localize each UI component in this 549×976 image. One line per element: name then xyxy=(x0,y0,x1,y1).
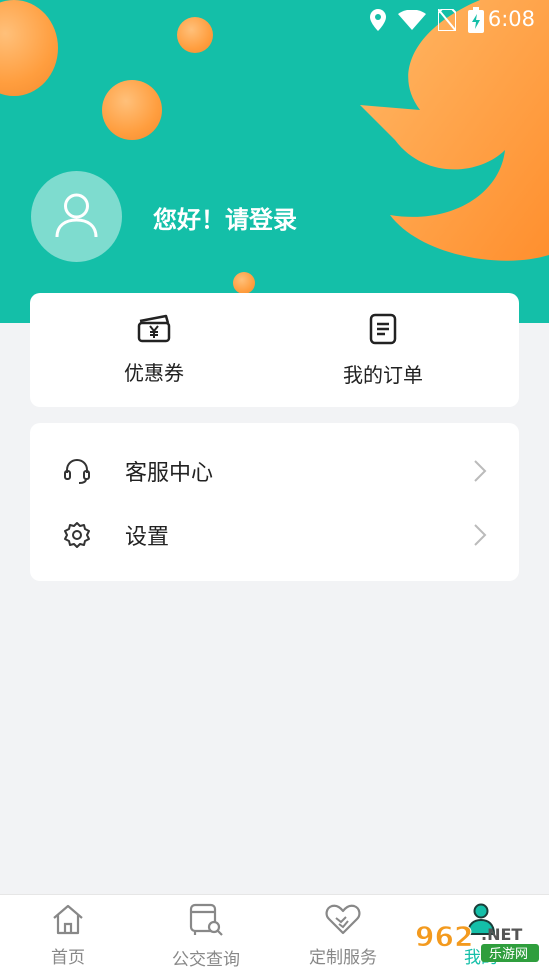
bus-search-icon xyxy=(189,903,223,936)
chevron-right-icon xyxy=(474,524,487,546)
decor-swoosh xyxy=(360,0,549,261)
svg-text:.NET: .NET xyxy=(481,925,522,944)
tab-home[interactable]: 首页 xyxy=(3,903,133,968)
battery-charging-icon xyxy=(468,7,484,33)
tab-label: 公交查询 xyxy=(172,950,240,970)
bottom-tab-bar: 首页 公交查询 定制服务 我的 962 .NET 乐游网 xyxy=(0,894,549,976)
my-orders-button[interactable]: 我的订单 xyxy=(308,313,458,388)
location-icon xyxy=(370,9,386,31)
menu-card: 客服中心 设置 xyxy=(30,423,519,581)
status-time: 6:08 xyxy=(487,7,535,31)
gear-icon xyxy=(64,522,90,548)
tab-label: 首页 xyxy=(51,948,85,968)
tab-custom-service[interactable]: 定制服务 xyxy=(278,903,408,968)
my-orders-label: 我的订单 xyxy=(343,363,423,387)
status-bar: 6:08 xyxy=(0,0,549,40)
person-outline-icon xyxy=(55,193,98,238)
svg-text:乐游网: 乐游网 xyxy=(489,947,528,962)
quick-actions-card: 优惠券 我的订单 xyxy=(30,293,519,407)
login-prompt[interactable]: 您好！请登录 xyxy=(153,200,297,235)
coupon-label: 优惠券 xyxy=(124,361,184,385)
menu-item-label: 设置 xyxy=(125,525,170,550)
tab-bus-query[interactable]: 公交查询 xyxy=(141,903,271,970)
coupon-button[interactable]: 优惠券 xyxy=(79,313,229,386)
decor-ball xyxy=(233,272,255,294)
wifi-icon xyxy=(398,10,426,30)
svg-text:962: 962 xyxy=(415,920,473,953)
watermark-logo: 962 .NET 乐游网 xyxy=(411,918,543,970)
menu-item-customer-service[interactable]: 客服中心 xyxy=(30,439,519,503)
chevron-right-icon xyxy=(474,460,487,482)
profile-header: 6:08 您好！请登录 xyxy=(0,0,549,323)
menu-item-settings[interactable]: 设置 xyxy=(30,503,519,567)
menu-item-label: 客服中心 xyxy=(125,461,214,486)
no-sim-icon xyxy=(438,9,456,31)
avatar[interactable] xyxy=(31,171,122,262)
tab-label: 定制服务 xyxy=(309,948,377,968)
headset-icon xyxy=(64,458,90,484)
handshake-heart-icon xyxy=(325,904,361,935)
home-icon xyxy=(53,904,83,935)
coupon-wallet-icon xyxy=(137,314,171,343)
order-document-icon xyxy=(369,313,397,345)
decor-ball xyxy=(102,80,162,140)
